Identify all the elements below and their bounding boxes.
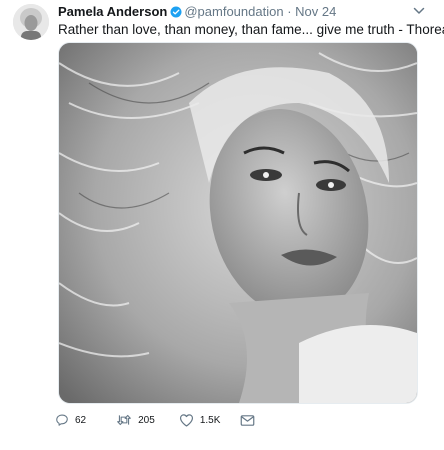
tweet-text: Rather than love, than money, than fame.… [58,22,444,37]
avatar[interactable] [13,4,49,40]
like-button[interactable]: 1.5K [179,413,221,427]
author-handle[interactable]: @pamfoundation [184,4,283,19]
portrait-photo [59,43,417,403]
tweet-header: Pamela Anderson @pamfoundation · Nov 24 [58,4,336,19]
avatar-image [13,4,49,40]
envelope-icon [240,414,255,427]
like-count: 1.5K [199,414,221,426]
retweet-button[interactable]: 205 [116,413,155,427]
reply-icon [55,413,69,427]
reply-count: 62 [75,414,87,426]
reply-button[interactable]: 62 [55,413,86,427]
author-name[interactable]: Pamela Anderson [58,4,167,19]
direct-message-button[interactable] [240,414,255,427]
heart-icon [179,413,194,427]
timestamp-link[interactable]: Nov 24 [295,4,336,19]
tweet-photo[interactable] [58,42,418,404]
retweet-count: 205 [138,414,155,426]
separator-dot: · [287,4,292,19]
tweet: Pamela Anderson @pamfoundation · Nov 24 R… [0,0,444,450]
tweet-actions: 62 205 1.5K [55,411,271,429]
retweet-icon [116,413,132,427]
verified-badge-icon [170,6,182,18]
chevron-down-icon[interactable] [412,4,426,18]
